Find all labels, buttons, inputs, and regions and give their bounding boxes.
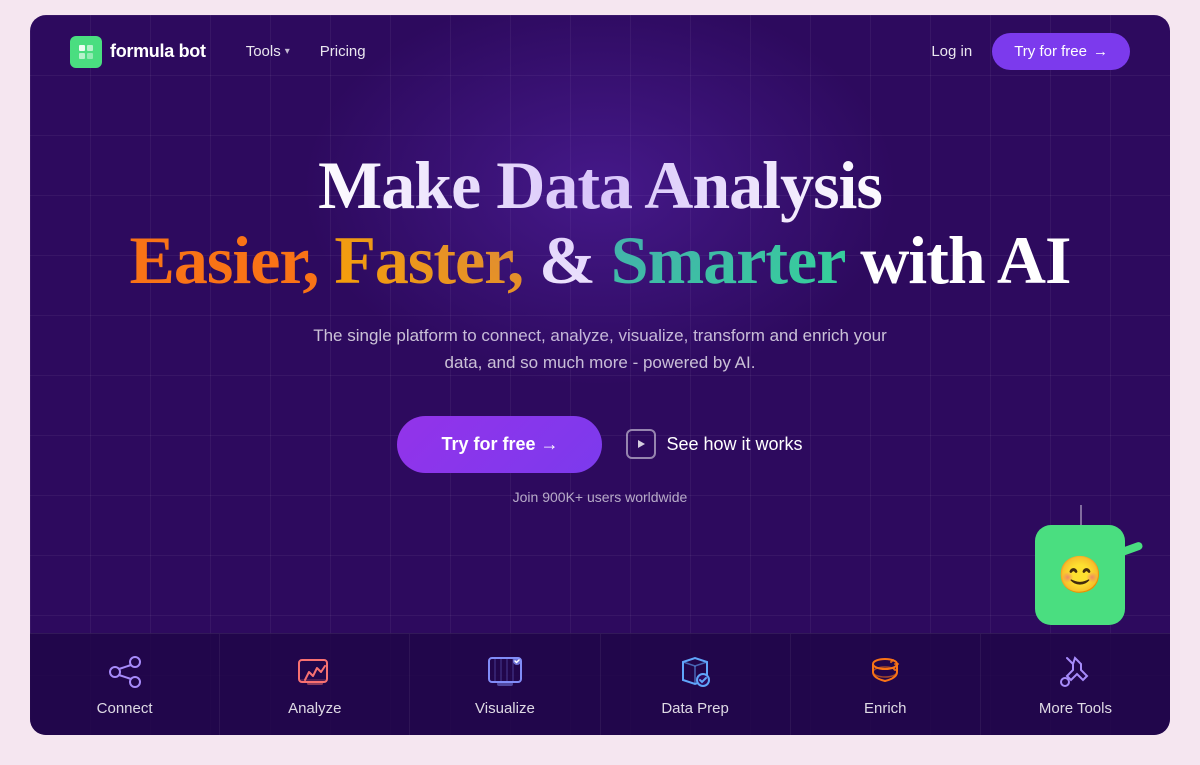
connect-icon bbox=[105, 652, 145, 692]
nav-links: Tools ▾ Pricing bbox=[246, 43, 366, 60]
navbar: formula bot Tools ▾ Pricing Log in Try f… bbox=[30, 15, 1170, 88]
bottom-nav-enrich[interactable]: Enrich bbox=[791, 634, 981, 735]
bottom-nav-connect[interactable]: Connect bbox=[30, 634, 220, 735]
pricing-nav-link[interactable]: Pricing bbox=[320, 43, 366, 60]
enrich-icon bbox=[865, 652, 905, 692]
analyze-label: Analyze bbox=[288, 700, 341, 717]
analyze-icon bbox=[295, 652, 335, 692]
try-free-nav-button[interactable]: Try for free → bbox=[992, 33, 1130, 70]
hero-buttons: Try for free → See how it works bbox=[70, 416, 1130, 473]
logo[interactable]: formula bot bbox=[70, 36, 206, 68]
hero-section: Make Data Analysis Easier, Faster, & Sma… bbox=[30, 88, 1170, 545]
connect-label: Connect bbox=[97, 700, 153, 717]
nav-right: Log in Try for free → bbox=[931, 33, 1130, 70]
tools-nav-link[interactable]: Tools ▾ bbox=[246, 43, 290, 60]
logo-icon bbox=[70, 36, 102, 68]
see-how-button[interactable]: See how it works bbox=[626, 429, 802, 459]
more-tools-icon bbox=[1055, 652, 1095, 692]
bottom-nav-visualize[interactable]: Visualize bbox=[410, 634, 600, 735]
mascot-face: 😊 bbox=[1058, 554, 1103, 596]
hero-title-line2: Easier, Faster, & Smarter with AI bbox=[70, 223, 1130, 298]
bottom-nav: Connect Analyze Visu bbox=[30, 633, 1170, 735]
word-faster: Faster, bbox=[334, 222, 523, 298]
try-free-button[interactable]: Try for free → bbox=[397, 416, 602, 473]
more-tools-label: More Tools bbox=[1039, 700, 1112, 717]
mascot-body: 😊 bbox=[1035, 525, 1125, 625]
data-prep-icon bbox=[675, 652, 715, 692]
bottom-nav-more-tools[interactable]: More Tools bbox=[981, 634, 1170, 735]
hero-subtitle: The single platform to connect, analyze,… bbox=[300, 322, 900, 376]
main-container: formula bot Tools ▾ Pricing Log in Try f… bbox=[30, 15, 1170, 735]
arrow-icon: → bbox=[1093, 43, 1108, 60]
login-link[interactable]: Log in bbox=[931, 43, 972, 60]
hero-title-line1: Make Data Analysis bbox=[70, 148, 1130, 223]
visualize-label: Visualize bbox=[475, 700, 535, 717]
visualize-icon bbox=[485, 652, 525, 692]
word-easier: Easier, bbox=[130, 222, 319, 298]
bottom-nav-analyze[interactable]: Analyze bbox=[220, 634, 410, 735]
bottom-nav-data-prep[interactable]: Data Prep bbox=[601, 634, 791, 735]
logo-text: formula bot bbox=[110, 41, 206, 62]
enrich-label: Enrich bbox=[864, 700, 907, 717]
data-prep-label: Data Prep bbox=[661, 700, 729, 717]
word-and: & bbox=[539, 222, 595, 298]
chevron-down-icon: ▾ bbox=[285, 46, 290, 57]
play-icon bbox=[626, 429, 656, 459]
word-smarter: Smarter bbox=[611, 222, 844, 298]
join-text: Join 900K+ users worldwide bbox=[70, 489, 1130, 505]
word-with-ai: with AI bbox=[860, 222, 1070, 298]
mascot-arm bbox=[1117, 541, 1143, 557]
